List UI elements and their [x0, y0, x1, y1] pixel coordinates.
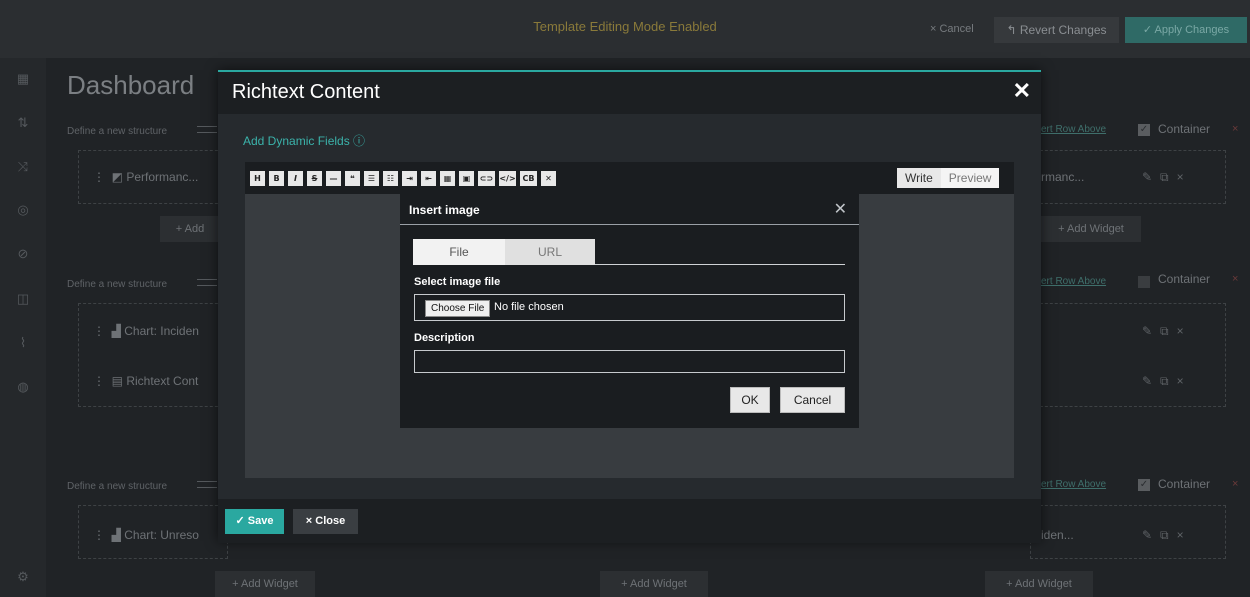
tab-file[interactable]: File: [413, 239, 505, 265]
widget-slot: [1030, 303, 1226, 407]
italic-icon[interactable]: I: [288, 171, 303, 186]
insert-row-above-link[interactable]: ert Row Above: [1041, 124, 1106, 135]
cancel-button[interactable]: Cancel: [780, 387, 845, 413]
file-input-field: Choose File No file chosen: [414, 294, 845, 321]
widget-actions[interactable]: ✎⧉×: [1142, 374, 1192, 389]
top-bar: Template Editing Mode Enabled × Cancel ↰…: [0, 0, 1250, 58]
settings-icon[interactable]: ⚙: [14, 568, 32, 586]
sort-icon[interactable]: ⇅: [14, 114, 32, 132]
strikethrough-icon[interactable]: S: [307, 171, 322, 186]
bolt-icon[interactable]: ⊘: [14, 245, 32, 263]
revert-changes-button[interactable]: ↰ Revert Changes: [994, 17, 1119, 43]
remove-row-icon[interactable]: ×: [1232, 273, 1238, 285]
structure-handle-icon[interactable]: [197, 481, 217, 488]
structure-label: Define a new structure: [67, 126, 168, 137]
insert-row-above-link[interactable]: ert Row Above: [1041, 276, 1106, 287]
container-checkbox[interactable]: ✓: [1138, 124, 1150, 136]
apply-changes-button[interactable]: ✓ Apply Changes: [1125, 17, 1247, 43]
container-checkbox[interactable]: [1138, 276, 1150, 288]
widget-title: iden...: [1041, 528, 1074, 542]
widget-title: ⋮ ◩ Performanc...: [93, 170, 199, 184]
divider: [400, 224, 859, 225]
shuffle-icon[interactable]: ⤨: [14, 158, 32, 176]
structure-label: Define a new structure: [67, 279, 168, 290]
widget-title: rmanc...: [1041, 170, 1085, 184]
bold-icon[interactable]: B: [269, 171, 284, 186]
save-button[interactable]: ✓ Save: [225, 509, 284, 534]
divider: [595, 264, 845, 265]
editor-toolbar: H B I S — ❝ ☰ ☷ ⇥ ⇤ ▦ ▣ ⊂⊃ </> CB ✕ Writ…: [245, 162, 1014, 194]
table-icon[interactable]: ▦: [440, 171, 455, 186]
modal-title: Richtext Content: [232, 81, 380, 103]
richtext-modal: Richtext Content ✕ Add Dynamic Fields ⓘ …: [218, 70, 1041, 543]
add-widget-button[interactable]: + Add Widget: [215, 571, 315, 597]
close-icon[interactable]: ✕: [834, 199, 847, 219]
tab-url[interactable]: URL: [505, 239, 595, 265]
briefcase-icon[interactable]: ◫: [14, 290, 32, 308]
indent-icon[interactable]: ⇥: [402, 171, 417, 186]
tab-preview[interactable]: Preview: [940, 168, 1000, 188]
remove-row-icon[interactable]: ×: [1232, 478, 1238, 490]
description-input[interactable]: [414, 350, 845, 373]
widget-title: ⋮ ▟ Chart: Inciden: [93, 324, 199, 338]
widget-title: ⋮ ▤ Richtext Cont: [93, 374, 199, 388]
insert-row-above-link[interactable]: ert Row Above: [1041, 479, 1106, 490]
close-button[interactable]: × Close: [293, 509, 358, 534]
link-icon[interactable]: ⊂⊃: [478, 171, 495, 186]
cancel-template-button[interactable]: × Cancel: [930, 23, 974, 35]
add-widget-button[interactable]: + Add Widget: [985, 571, 1093, 597]
structure-handle-icon[interactable]: [197, 126, 217, 133]
image-icon[interactable]: ▣: [459, 171, 474, 186]
container-label: Container: [1158, 122, 1211, 136]
container-label: Container: [1158, 477, 1211, 491]
description-label: Description: [414, 332, 475, 344]
dashboard-icon[interactable]: ▦: [14, 70, 32, 88]
widget-slot: [78, 303, 228, 407]
structure-handle-icon[interactable]: [197, 279, 217, 286]
add-dynamic-fields-link[interactable]: Add Dynamic Fields ⓘ: [243, 132, 365, 149]
heading-icon[interactable]: H: [250, 171, 265, 186]
add-widget-button[interactable]: + Add Widget: [1041, 216, 1141, 242]
add-widget-button[interactable]: + Add: [160, 216, 220, 242]
page-title: Dashboard: [67, 70, 195, 100]
widget-title: ⋮ ▟ Chart: Unreso: [93, 528, 199, 542]
modal-footer: ✓ Save × Close: [218, 499, 1041, 543]
fullscreen-icon[interactable]: ✕: [541, 171, 556, 186]
code-block-icon[interactable]: CB: [520, 171, 537, 186]
choose-file-button[interactable]: Choose File: [425, 300, 491, 317]
modal-header: Richtext Content ✕: [218, 72, 1041, 114]
add-widget-button[interactable]: + Add Widget: [600, 571, 708, 597]
chart-line-icon[interactable]: ⌇: [14, 334, 32, 352]
widget-actions[interactable]: ✎⧉×: [1142, 528, 1192, 543]
ok-button[interactable]: OK: [730, 387, 770, 413]
side-navigation: ▦ ⇅ ⤨ ◎ ⊘ ◫ ⌇ ◍ ⚙: [0, 58, 46, 597]
insert-image-dialog: Insert image ✕ File URL Select image fil…: [400, 194, 859, 428]
widget-actions[interactable]: ✎⧉×: [1142, 170, 1192, 185]
ordered-list-icon[interactable]: ☷: [383, 171, 398, 186]
close-icon[interactable]: ✕: [1013, 78, 1031, 104]
shield-icon[interactable]: ◎: [14, 201, 32, 219]
tab-write[interactable]: Write: [897, 168, 941, 188]
outdent-icon[interactable]: ⇤: [421, 171, 436, 186]
container-label: Container: [1158, 272, 1211, 286]
widget-actions[interactable]: ✎⧉×: [1142, 324, 1192, 339]
code-icon[interactable]: </>: [499, 171, 516, 186]
remove-row-icon[interactable]: ×: [1232, 123, 1238, 135]
dialog-title: Insert image: [409, 203, 480, 217]
markdown-editor[interactable]: H B I S — ❝ ☰ ☷ ⇥ ⇤ ▦ ▣ ⊂⊃ </> CB ✕ Writ…: [245, 162, 1014, 478]
quote-icon[interactable]: ❝: [345, 171, 360, 186]
write-preview-tabs: Write Preview: [897, 168, 1000, 188]
horizontal-rule-icon[interactable]: —: [326, 171, 341, 186]
globe-icon[interactable]: ◍: [14, 378, 32, 396]
container-checkbox[interactable]: ✓: [1138, 479, 1150, 491]
file-status-text: No file chosen: [494, 301, 564, 313]
unordered-list-icon[interactable]: ☰: [364, 171, 379, 186]
structure-label: Define a new structure: [67, 481, 168, 492]
select-image-label: Select image file: [414, 276, 501, 288]
